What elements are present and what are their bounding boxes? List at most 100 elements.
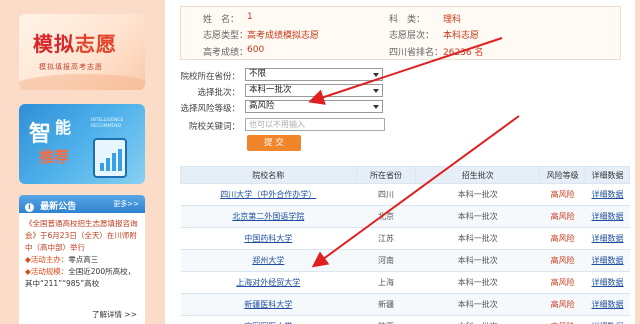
info-row-1: 姓 名： 1 科 类： 理科	[181, 9, 620, 26]
table-row: 空军军医大学陕西本科一批次高风险详细数据	[180, 315, 630, 324]
score-value: 600	[247, 45, 265, 55]
chevron-down-icon	[373, 73, 379, 77]
detail-cell: 详细数据	[585, 183, 630, 206]
school-link[interactable]: 中国药科大学	[244, 234, 292, 243]
school-link[interactable]: 上海对外经贸大学	[236, 278, 300, 287]
notice-detail-link[interactable]: 了解详情 >>	[92, 309, 137, 320]
province-cell: 新疆	[356, 293, 416, 316]
phone-chart-icon	[93, 138, 127, 178]
detail-link[interactable]: 详细数据	[592, 212, 624, 221]
detail-cell: 详细数据	[585, 249, 630, 272]
scale-label: ◆活动规模：	[25, 267, 69, 276]
mock-banner-subtitle: 模拟填报高考志愿	[39, 63, 103, 71]
school-link[interactable]: 新疆医科大学	[244, 300, 292, 309]
host-value: 零点高三	[68, 255, 99, 264]
school-link[interactable]: 四川大学（中外合作办学）	[220, 190, 316, 199]
detail-link[interactable]: 详细数据	[592, 256, 624, 265]
keyword-row: 院校关键词： 也可以不用输入	[165, 118, 635, 134]
table-row: 新疆医科大学 新疆 本科一批次 高风险 详细数据	[180, 293, 630, 316]
table-row: 中国药科大学 江苏 本科一批次 高风险 详细数据	[180, 227, 630, 250]
risk-row: 选择风险等级： 高风险	[165, 100, 635, 116]
subject-label: 科 类：	[389, 15, 426, 25]
school-link[interactable]: 北京第二外国语学院	[232, 212, 304, 221]
risk-cell: 高风险	[539, 249, 586, 272]
type-label: 志愿类型：	[203, 31, 249, 41]
table-row: 上海对外经贸大学 上海 本科一批次 高风险 详细数据	[180, 271, 630, 294]
notice-title: 最新公告	[40, 202, 77, 212]
batch-cell: 本科一批次	[415, 183, 540, 206]
notice-body: 《全国普通高校招生志愿填报咨询会》于6月23日（全天）在川师附中（高中部）举行 …	[19, 213, 145, 295]
name-value: 1	[247, 12, 253, 22]
notice-more-link[interactable]: 更多>>	[113, 199, 139, 209]
batch-cell: 本科一批次	[415, 249, 540, 272]
risk-cell: 高风险	[539, 293, 586, 316]
rank-value: 26236 名	[443, 48, 484, 58]
school-name-cell: 四川大学（中外合作办学）	[180, 183, 357, 206]
risk-cell: 高风险	[539, 183, 586, 206]
detail-cell: 详细数据	[585, 271, 630, 294]
notice-icon: i	[25, 203, 34, 212]
results-table: 院校名称 所在省份 招生批次 风险等级 详细数据 四川大学（中外合作办学） 四川本…	[180, 166, 630, 324]
table-row: 四川大学（中外合作办学） 四川 本科一批次 高风险 详细数据	[180, 183, 630, 206]
table-header-row: 院校名称 所在省份 招生批次 风险等级 详细数据	[180, 166, 630, 184]
detail-cell: 详细数据	[585, 293, 630, 316]
rank-label: 四川省排名：	[389, 48, 444, 58]
risk-cell: 高风险	[539, 271, 586, 294]
smart-banner-english: INTELLIGENCE RECOMMEND	[91, 118, 124, 129]
risk-cell: 高风险	[539, 205, 586, 228]
detail-link[interactable]: 详细数据	[592, 190, 624, 199]
detail-link[interactable]: 详细数据	[592, 234, 624, 243]
province-select[interactable]: 不限	[245, 68, 383, 81]
smart-char-1: 智	[29, 121, 52, 147]
submit-button[interactable]: 提 交	[247, 135, 301, 151]
col-province: 所在省份	[355, 166, 417, 184]
col-school: 院校名称	[180, 166, 357, 184]
batch-row: 选择批次： 本科一批次	[165, 84, 635, 100]
school-name-cell: 新疆医科大学	[180, 293, 357, 316]
type-value: 高考成绩模拟志愿	[247, 31, 320, 41]
main-panel: 姓 名： 1 科 类： 理科 志愿类型： 高考成绩模拟志愿 志愿层次： 本科志愿…	[165, 0, 635, 324]
school-name-cell: 中国药科大学	[180, 227, 357, 250]
province-row: 院校所在省份： 不限	[165, 68, 635, 84]
table-row: 北京第二外国语学院 北京 本科一批次 高风险 详细数据	[180, 205, 630, 228]
chevron-down-icon	[373, 105, 379, 109]
smart-recommend-banner[interactable]: 智 能 推荐 INTELLIGENCE RECOMMEND	[19, 104, 145, 184]
risk-select[interactable]: 高风险	[245, 100, 383, 113]
level-label: 志愿层次：	[389, 31, 435, 41]
detail-cell: 详细数据	[585, 227, 630, 250]
keyword-label: 院校关键词：	[188, 122, 240, 132]
smart-char-2: 能	[55, 118, 72, 137]
batch-cell: 本科一批次	[415, 205, 540, 228]
detail-link[interactable]: 详细数据	[592, 278, 624, 287]
smart-char-3: 推荐	[39, 148, 70, 166]
level-value: 本科志愿	[443, 31, 480, 41]
notice-line-1[interactable]: 《全国普通高校招生志愿填报咨询会》于6月23日（全天）在川师附中（高中部）举行	[25, 218, 139, 254]
batch-cell: 本科一批次	[415, 271, 540, 294]
batch-cell: 本科一批次	[415, 227, 540, 250]
province-cell: 陕西	[356, 315, 416, 324]
school-name-cell: 北京第二外国语学院	[180, 205, 357, 228]
risk-label: 选择风险等级：	[180, 104, 240, 114]
province-cell: 上海	[356, 271, 416, 294]
batch-cell: 本科一批次	[415, 293, 540, 316]
left-sidebar: 模拟志愿 模拟填报高考志愿 智 能 推荐 INTELLIGENCE RECOMM…	[0, 0, 150, 324]
chevron-down-icon	[373, 89, 379, 93]
banner-wave	[19, 74, 145, 90]
notice-panel: i 最新公告 更多>> 《全国普通高校招生志愿填报咨询会》于6月23日（全天）在…	[19, 195, 145, 324]
mock-banner-title: 模拟志愿	[33, 32, 117, 56]
mock-application-banner[interactable]: 模拟志愿 模拟填报高考志愿	[19, 14, 145, 90]
subject-value: 理科	[443, 15, 462, 25]
batch-select[interactable]: 本科一批次	[245, 84, 383, 97]
province-cell: 江苏	[356, 227, 416, 250]
school-name-cell: 郑州大学	[180, 249, 357, 272]
table-row: 郑州大学 河南 本科一批次 高风险 详细数据	[180, 249, 630, 272]
province-cell: 北京	[356, 205, 416, 228]
keyword-input[interactable]: 也可以不用输入	[245, 118, 385, 131]
province-cell: 四川	[356, 183, 416, 206]
school-name-cell: 空军军医大学	[180, 315, 357, 324]
detail-link[interactable]: 详细数据	[592, 300, 624, 309]
score-label: 高考成绩：	[203, 48, 249, 58]
risk-cell: 高风险	[539, 315, 586, 324]
school-link[interactable]: 郑州大学	[252, 256, 284, 265]
batch-label: 选择批次：	[197, 88, 240, 98]
